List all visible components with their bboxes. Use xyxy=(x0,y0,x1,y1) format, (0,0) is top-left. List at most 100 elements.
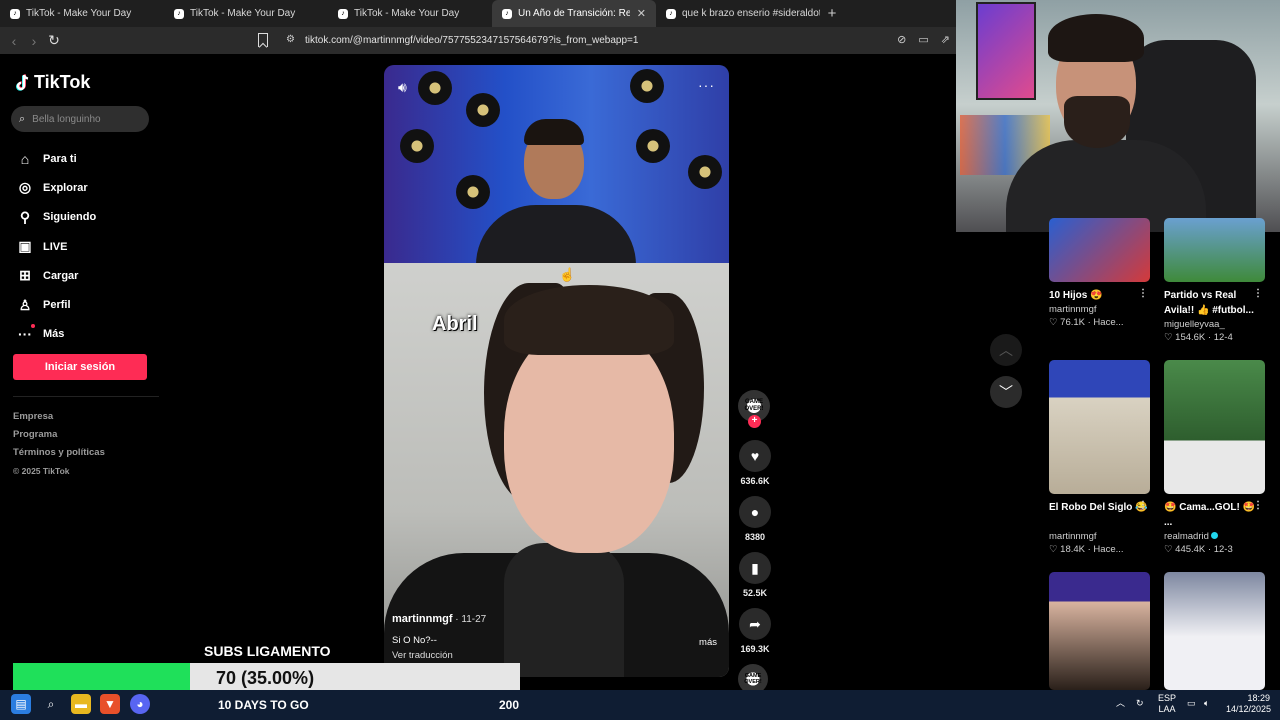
card-author[interactable]: realmadrid xyxy=(1164,531,1265,542)
vinyl-record xyxy=(688,155,722,189)
share-icon[interactable]: ⇗ xyxy=(941,33,950,46)
card-stats: ♡ 76.1K · Hace... xyxy=(1049,317,1124,328)
like-action[interactable]: ♥ 636.6K xyxy=(738,440,772,486)
close-icon[interactable]: ✕ xyxy=(637,7,646,20)
translate-link[interactable]: Ver traducción xyxy=(392,650,722,661)
save-action[interactable]: ▮ 52.5K xyxy=(738,552,772,598)
outlook-app-icon[interactable]: ▤ xyxy=(11,694,31,714)
music-disc-text: GAME OVER! xyxy=(744,673,762,685)
volume-icon[interactable]: 🔈︎ xyxy=(1204,698,1209,709)
card-stats: ♡ 18.4K · Hace... xyxy=(1049,544,1124,555)
nav-item-cargar[interactable]: ⊞ Cargar xyxy=(16,261,96,290)
card-author[interactable]: miguelleyvaa_ xyxy=(1164,319,1265,330)
video-caption: martinnmgf · 11-27 Si O No?-- Ver traduc… xyxy=(392,613,722,661)
nav-item-para-ti[interactable]: ⌂ Para ti xyxy=(16,144,96,173)
kebab-icon[interactable]: ⋮ xyxy=(1138,500,1148,511)
language-indicator[interactable]: ESP LAA xyxy=(1158,693,1176,715)
nav-item-live[interactable]: ▣ LIVE xyxy=(16,232,96,261)
video-card[interactable]: 🤩 Cama...GOL! 🤩 ... ⋮ realmadrid ♡ 445.4… xyxy=(1164,360,1265,555)
nav-item-siguiendo[interactable]: ⚲ Siguiendo xyxy=(16,203,96,232)
sync-icon[interactable]: ↻ xyxy=(1136,698,1144,709)
share-action[interactable]: ➦ 169.3K xyxy=(738,608,772,654)
video-card[interactable] xyxy=(1164,572,1265,690)
back-icon[interactable]: ‹ xyxy=(4,33,24,49)
tab-title: TikTok - Make Your Day xyxy=(26,8,132,19)
follow-plus-icon[interactable]: + xyxy=(748,415,761,428)
comment-icon[interactable]: ● xyxy=(739,496,771,528)
kebab-icon[interactable]: ⋮ xyxy=(1138,288,1148,299)
footer-link-programa[interactable]: Programa xyxy=(13,426,105,444)
browser-tab[interactable]: ♪ TikTok - Make Your Day xyxy=(328,0,492,27)
comment-action[interactable]: ● 8380 xyxy=(738,496,772,542)
profile-icon: ♙ xyxy=(18,296,32,313)
bookmark-icon[interactable] xyxy=(258,33,268,47)
forward-icon[interactable]: › xyxy=(24,33,44,49)
more-options-icon[interactable]: ··· xyxy=(698,77,715,93)
nav-item-explorar[interactable]: ◎ Explorar xyxy=(16,173,96,202)
video-player[interactable]: 🔊︎ ··· Abril martinnmgf · 11-27 Si O No?… xyxy=(384,65,729,677)
windows-taskbar xyxy=(0,690,1280,720)
mouse-cursor-icon: ☝ xyxy=(559,267,576,282)
video-card[interactable]: Partido vs Real Avila!! 👍 #futbol... ⋮ m… xyxy=(1164,218,1265,343)
discord-icon[interactable]: ◕ xyxy=(130,694,150,714)
video-thumbnail[interactable] xyxy=(1164,572,1265,690)
reader-icon[interactable]: ⊘ xyxy=(897,33,906,46)
footer-link-terminos[interactable]: Términos y políticas xyxy=(13,444,105,462)
login-button[interactable]: Iniciar sesión xyxy=(13,354,147,380)
nav-item-perfil[interactable]: ♙ Perfil xyxy=(16,290,96,319)
browser-tab[interactable]: ♪ TikTok - Make Your Day xyxy=(0,0,164,27)
cast-icon[interactable]: ▭ xyxy=(918,33,928,46)
wall-poster xyxy=(976,2,1036,100)
footer-link-empresa[interactable]: Empresa xyxy=(13,408,105,426)
search-input[interactable]: ⌕ Bella longuinho xyxy=(11,106,149,132)
card-stats: ♡ 154.6K · 12-4 xyxy=(1164,332,1233,343)
tiktok-logo[interactable]: TikTok xyxy=(16,72,90,93)
card-author[interactable]: martinnmgf xyxy=(1049,304,1150,315)
card-author[interactable]: martinnmgf xyxy=(1049,531,1150,542)
creator-avatar[interactable]: GAME OVER! + xyxy=(738,390,770,428)
browser-tab[interactable]: ♪ que k brazo enserio #sideraldota #g xyxy=(656,0,820,27)
card-title[interactable]: 🤩 Cama...GOL! 🤩 ... xyxy=(1164,500,1265,530)
tray-chevron-icon[interactable]: ︿ xyxy=(1116,698,1125,709)
address-bar[interactable]: tiktok.com/@martinnmgf/video/75775523471… xyxy=(305,35,638,46)
video-card[interactable]: El Robo Del Siglo 😂 ⋮ martinnmgf ♡ 18.4K… xyxy=(1049,360,1150,555)
card-title[interactable]: 10 Hijos 😍 xyxy=(1049,288,1150,303)
card-title[interactable]: Partido vs Real Avila!! 👍 #futbol... xyxy=(1164,288,1265,318)
main-nav: ⌂ Para ti ◎ Explorar ⚲ Siguiendo ▣ LIVE ⊞ Car… xyxy=(16,144,96,349)
search-taskbar-icon[interactable]: ⌕ xyxy=(41,694,61,714)
divider xyxy=(13,396,159,397)
video-author[interactable]: martinnmgf xyxy=(392,613,453,625)
sound-icon[interactable]: 🔊︎ xyxy=(398,79,407,96)
video-thumbnail[interactable] xyxy=(1049,218,1150,282)
browser-tab[interactable]: ♪ TikTok - Make Your Day xyxy=(164,0,328,27)
brave-browser-icon[interactable]: ▼ xyxy=(100,694,120,714)
more-link[interactable]: más xyxy=(699,637,717,648)
next-video-button[interactable]: ﹀ xyxy=(990,376,1022,408)
kebab-icon[interactable]: ⋮ xyxy=(1253,500,1263,511)
nav-item-mas[interactable]: ··· Más xyxy=(16,320,96,349)
webcam-overlay xyxy=(956,0,1280,232)
network-icon[interactable]: ▭ xyxy=(1187,698,1196,709)
video-date: · 11-27 xyxy=(455,614,487,625)
previous-video-button[interactable]: ︿ xyxy=(990,334,1022,366)
new-tab-button[interactable]: + xyxy=(820,0,844,27)
video-thumbnail[interactable] xyxy=(1049,572,1150,690)
video-thumbnail[interactable] xyxy=(1164,218,1265,282)
clock[interactable]: 18:29 14/12/2025 xyxy=(1226,693,1272,715)
video-top-frame: 🔊︎ ··· xyxy=(384,65,729,275)
browser-tab-active[interactable]: ♪ Un Año de Transición: Reflexione ✕ xyxy=(492,0,656,27)
kebab-icon[interactable]: ⋮ xyxy=(1253,288,1263,299)
heart-icon[interactable]: ♥ xyxy=(739,440,771,472)
share-arrow-icon[interactable]: ➦ xyxy=(739,608,771,640)
clock-date: 14/12/2025 xyxy=(1226,704,1272,714)
reload-icon[interactable]: ↻ xyxy=(44,32,64,49)
site-info-icon[interactable]: ⚙ xyxy=(286,34,295,45)
bookmark-save-icon[interactable]: ▮ xyxy=(739,552,771,584)
video-card[interactable] xyxy=(1049,572,1150,690)
video-thumbnail[interactable] xyxy=(1049,360,1150,494)
file-explorer-icon[interactable]: ▬ xyxy=(71,694,91,714)
video-card[interactable]: 10 Hijos 😍 ⋮ martinnmgf ♡ 76.1K · Hace..… xyxy=(1049,218,1150,328)
video-description: Si O No?-- xyxy=(392,635,437,646)
card-title[interactable]: El Robo Del Siglo 😂 xyxy=(1049,500,1150,530)
video-thumbnail[interactable] xyxy=(1164,360,1265,494)
